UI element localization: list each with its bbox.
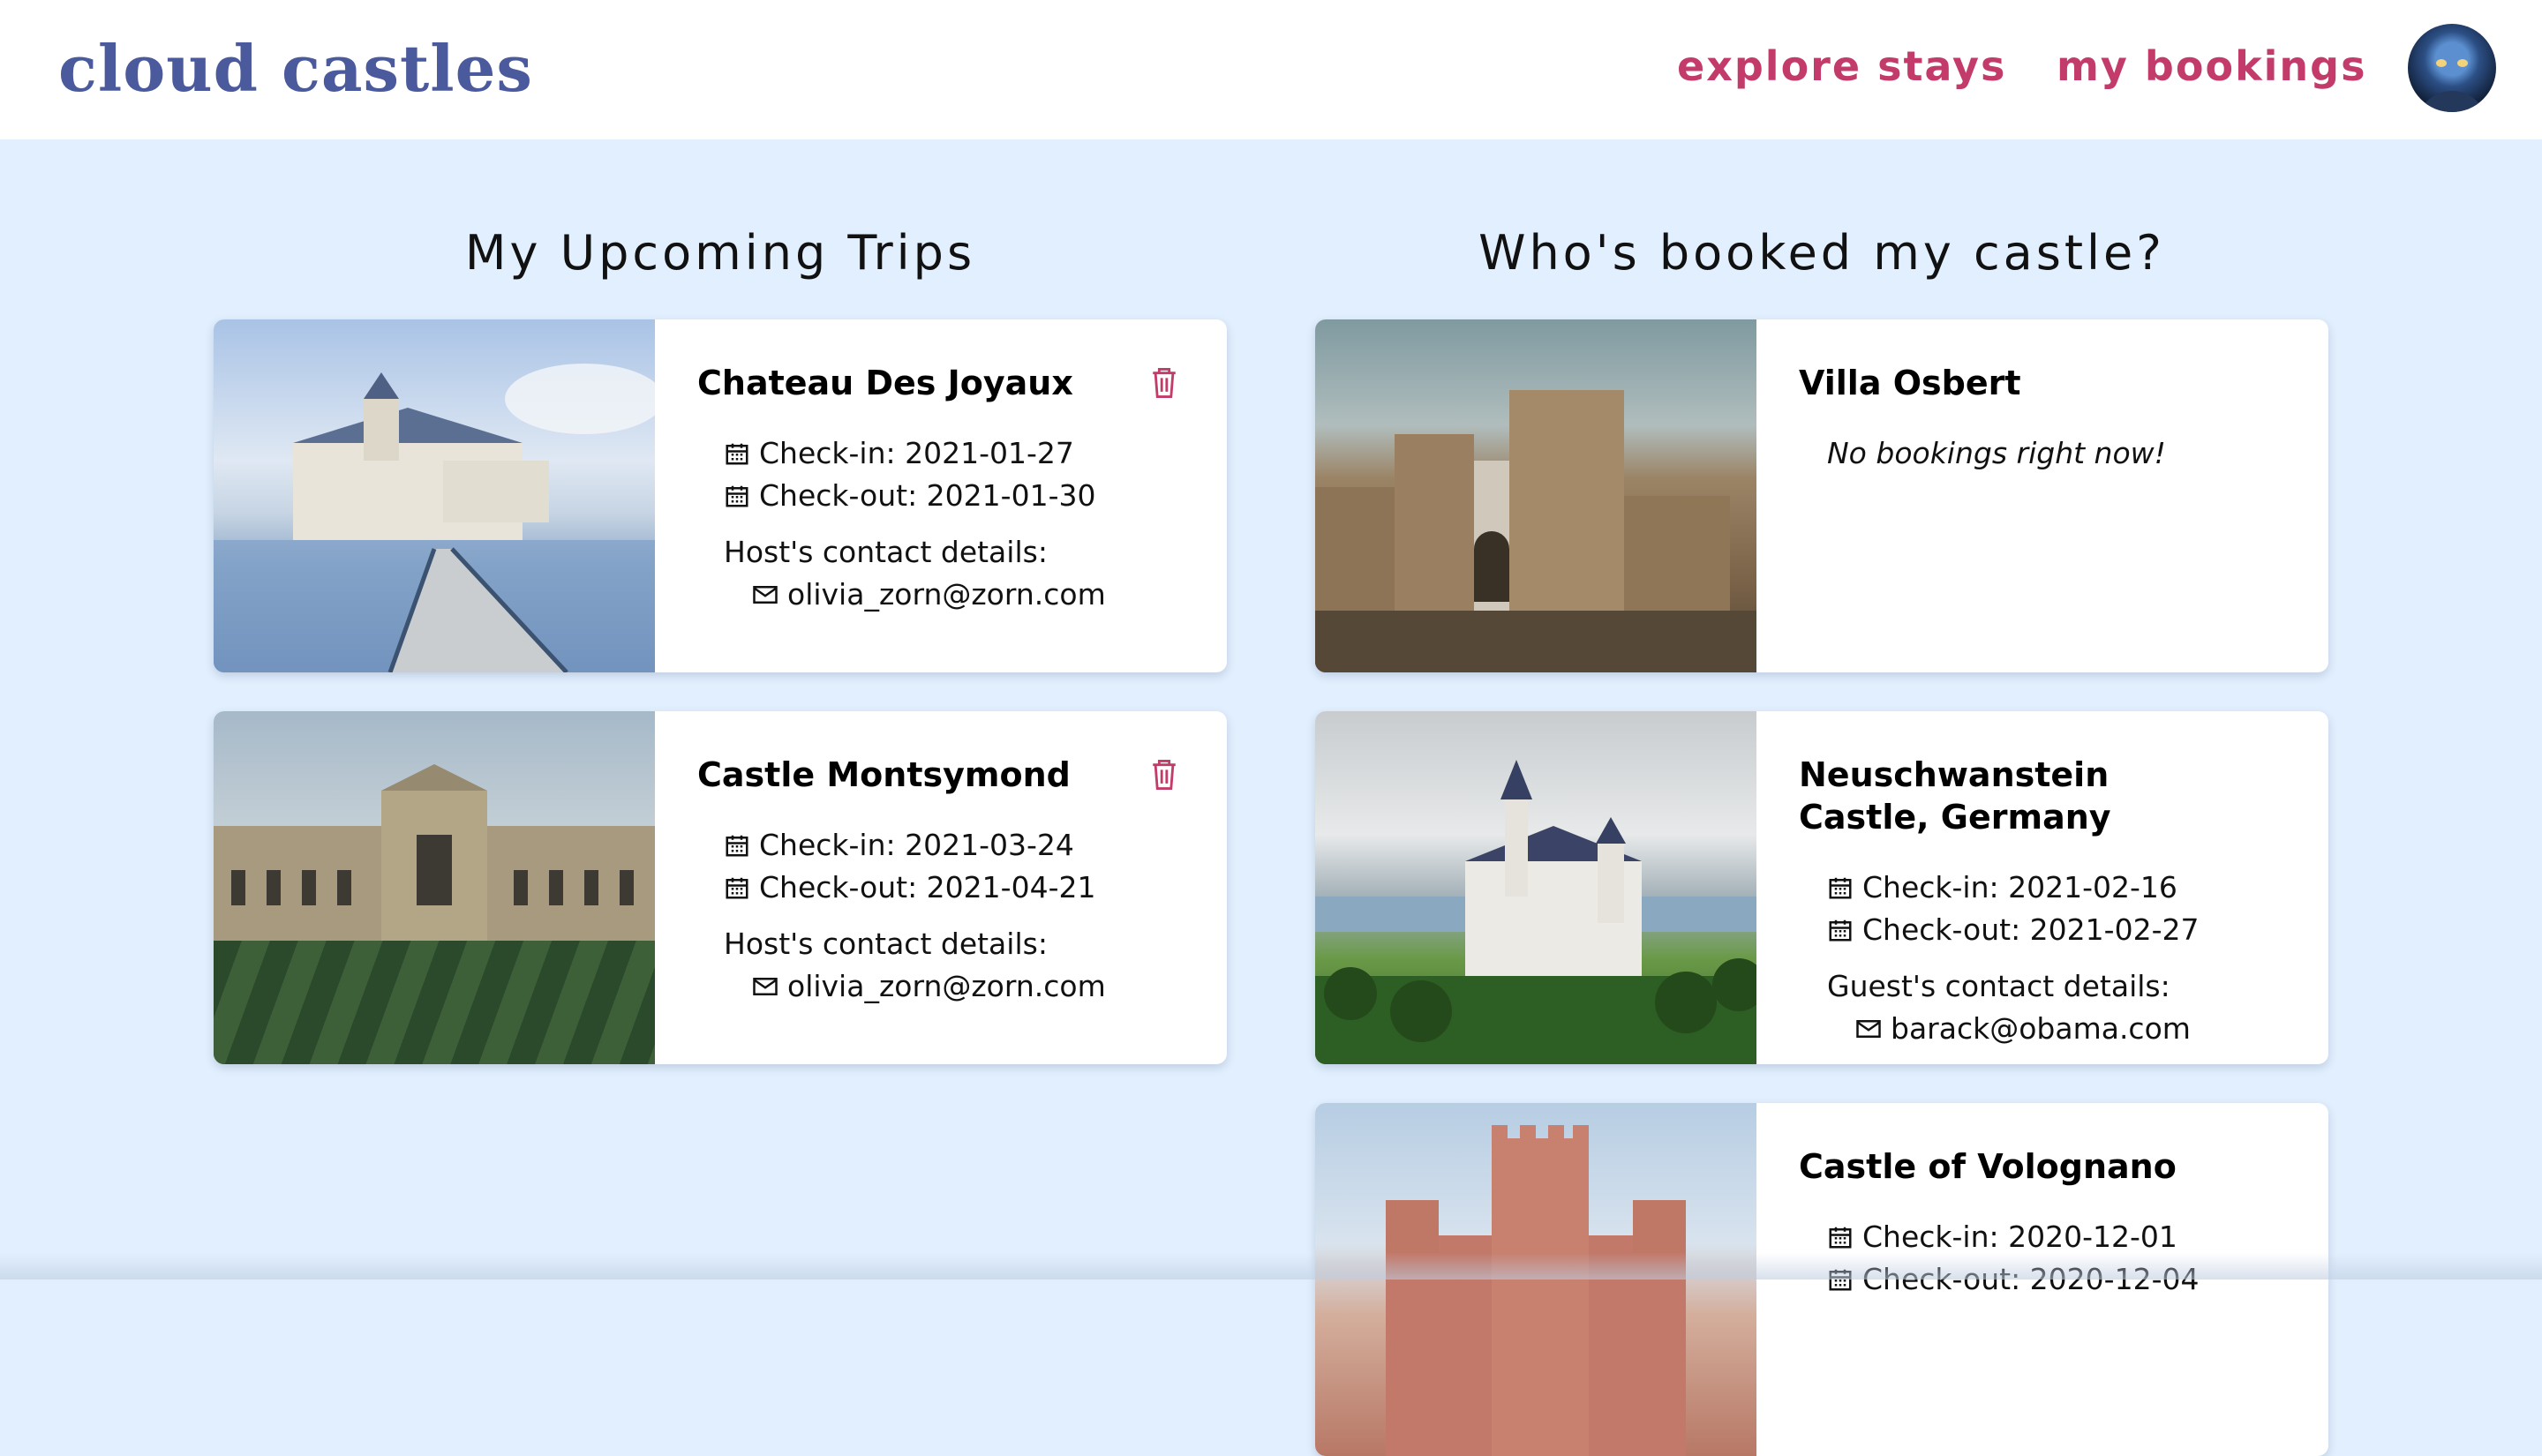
checkin-line: Check-in: 2021-03-24 (724, 824, 1074, 867)
castle-illustration (214, 764, 655, 941)
contact-label: Host's contact details: (724, 535, 1048, 569)
castle-photo (1315, 711, 1765, 1064)
top-navbar: cloud castles explore stays my bookings (0, 0, 2542, 139)
trash-icon[interactable] (1149, 365, 1179, 401)
castle-name[interactable]: Villa Osbert (1799, 362, 2240, 404)
contact-email-line: olivia_zorn@zorn.com (752, 965, 1106, 1008)
castle-details: Neuschwanstein Castle, Germany Check-in:… (1756, 711, 2328, 1064)
contact-email-line: barack@obama.com (1855, 1008, 2191, 1050)
contact-email[interactable]: olivia_zorn@zorn.com (787, 969, 1106, 1003)
checkin-date: Check-in: 2021-02-16 (1862, 870, 2177, 904)
upcoming-trips-heading: My Upcoming Trips (464, 225, 976, 281)
checkin-line: Check-in: 2020-12-01 (1827, 1216, 2177, 1258)
checkout-date: Check-out: 2021-02-27 (1862, 912, 2200, 947)
contact-email-line: olivia_zorn@zorn.com (752, 574, 1106, 616)
calendar-icon (726, 443, 748, 465)
checkout-line: Check-out: 2021-04-21 (724, 867, 1095, 909)
castle-photo (1315, 319, 1756, 672)
castle-illustration (1315, 390, 1756, 672)
calendar-icon (1829, 1227, 1852, 1249)
site-logo[interactable]: cloud castles (58, 26, 533, 111)
contact-email[interactable]: barack@obama.com (1891, 1011, 2191, 1046)
castle-name[interactable]: Chateau Des Joyaux (697, 362, 1139, 404)
castle-illustration (214, 364, 664, 672)
calendar-icon (1829, 919, 1852, 942)
castle-name[interactable]: Neuschwanstein Castle, Germany (1799, 754, 2240, 838)
envelope-icon (1856, 1020, 1881, 1038)
trash-icon[interactable] (1149, 757, 1179, 792)
avatar-eye-right (2457, 59, 2468, 67)
contact-label: Host's contact details: (724, 927, 1048, 961)
castle-photo (1315, 1103, 1756, 1456)
checkin-date: Check-in: 2020-12-01 (1862, 1220, 2177, 1254)
scroll-fade (0, 1253, 2542, 1280)
user-avatar[interactable] (2408, 24, 2496, 112)
castle-illustration (1386, 1125, 1686, 1456)
contact-email[interactable]: olivia_zorn@zorn.com (787, 577, 1106, 612)
castle-photo (214, 711, 655, 1064)
castle-name[interactable]: Castle Montsymond (697, 754, 1139, 796)
checkin-date: Check-in: 2021-01-27 (759, 436, 1074, 470)
envelope-icon (753, 978, 778, 995)
checkout-line: Check-out: 2021-01-30 (724, 475, 1095, 517)
calendar-icon (726, 835, 748, 857)
checkin-date: Check-in: 2021-03-24 (759, 828, 1074, 862)
trip-card: Chateau Des Joyaux Check-in: 2021-01-27 … (214, 319, 1227, 672)
avatar-eye-left (2436, 59, 2447, 67)
envelope-icon (753, 586, 778, 604)
castle-card: Castle of Volognano Check-in: 2020-12-01… (1315, 1103, 2328, 1456)
nav-explore-stays[interactable]: explore stays (1677, 35, 2006, 97)
castle-illustration (1315, 760, 1765, 1064)
castle-card: Neuschwanstein Castle, Germany Check-in:… (1315, 711, 2328, 1064)
checkout-date: Check-out: 2021-01-30 (759, 478, 1096, 513)
castle-card: Villa Osbert No bookings right now! (1315, 319, 2328, 672)
no-bookings-message: No bookings right now! (1827, 436, 2166, 470)
checkout-line: Check-out: 2021-02-27 (1827, 909, 2199, 951)
checkin-line: Check-in: 2021-01-27 (724, 432, 1074, 475)
calendar-icon (726, 877, 748, 899)
checkout-date: Check-out: 2021-04-21 (759, 870, 1096, 904)
checkin-line: Check-in: 2021-02-16 (1827, 867, 2177, 909)
trip-details: Castle Montsymond Check-in: 2021-03-24 C… (655, 711, 1227, 1064)
trip-details: Chateau Des Joyaux Check-in: 2021-01-27 … (655, 319, 1227, 672)
castle-photo (214, 319, 664, 672)
castle-details: Villa Osbert No bookings right now! (1756, 319, 2328, 672)
calendar-icon (1829, 877, 1852, 899)
nav-my-bookings[interactable]: my bookings (2057, 35, 2366, 97)
calendar-icon (726, 485, 748, 507)
trip-card: Castle Montsymond Check-in: 2021-03-24 C… (214, 711, 1227, 1064)
avatar-shoulders (2417, 91, 2487, 112)
castle-name[interactable]: Castle of Volognano (1799, 1145, 2240, 1188)
contact-label: Guest's contact details: (1827, 969, 2170, 1003)
castle-details: Castle of Volognano Check-in: 2020-12-01… (1756, 1103, 2328, 1456)
bookings-heading: Who's booked my castle? (1478, 225, 2165, 281)
